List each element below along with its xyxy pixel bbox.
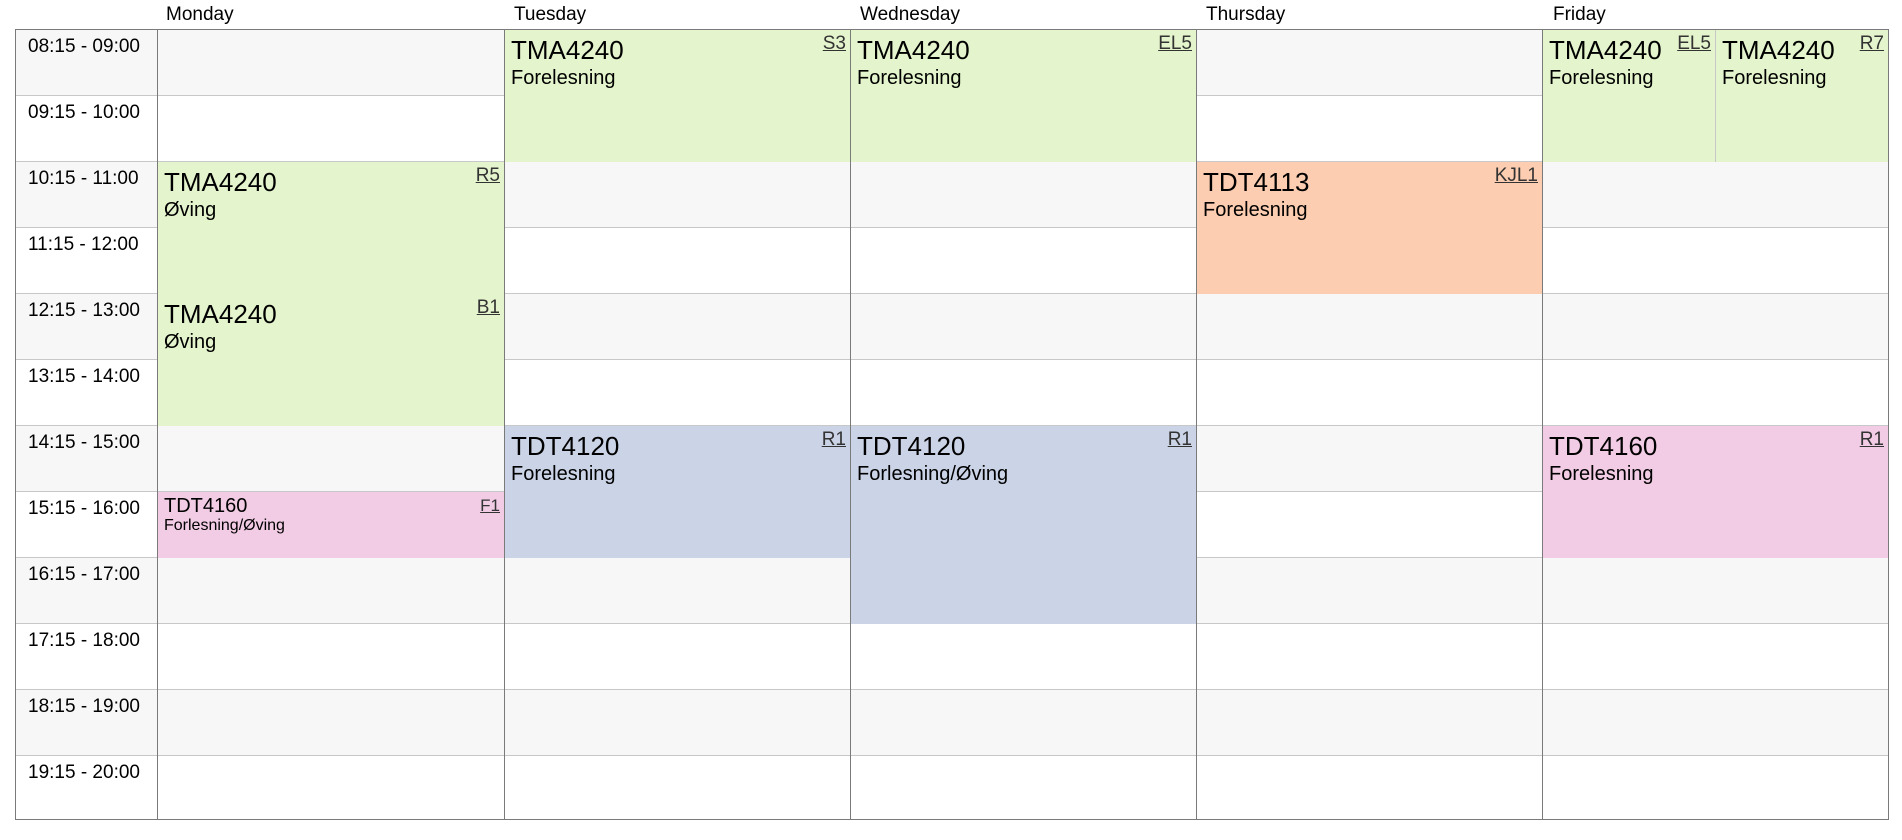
column-divider bbox=[504, 30, 505, 819]
event-room-link[interactable]: EL5 bbox=[1158, 33, 1192, 55]
event-block[interactable]: TDT4160 Forlesning/Øving F1 bbox=[158, 492, 504, 558]
time-label: 18:15 - 19:00 bbox=[28, 696, 140, 717]
time-label: 15:15 - 16:00 bbox=[28, 498, 140, 519]
event-block[interactable]: TMA4240 Forelesning EL5 bbox=[1543, 30, 1715, 162]
event-room-link[interactable]: R1 bbox=[1168, 429, 1192, 451]
event-room-link[interactable]: R1 bbox=[822, 429, 846, 451]
event-type: Forelesning bbox=[511, 463, 616, 485]
event-block[interactable]: TMA4240 Øving R5 bbox=[158, 162, 504, 294]
event-type: Forelesning bbox=[511, 67, 616, 89]
event-room-link[interactable]: B1 bbox=[477, 297, 500, 319]
column-divider bbox=[1196, 30, 1197, 819]
event-room-link[interactable]: R5 bbox=[476, 165, 500, 187]
time-row: 19:15 - 20:00 bbox=[16, 756, 1888, 819]
time-label: 08:15 - 09:00 bbox=[28, 36, 140, 57]
event-type: Forelesning bbox=[1722, 67, 1827, 89]
event-course-code: TDT4120 bbox=[857, 431, 966, 461]
event-type: Forlesning/Øving bbox=[164, 517, 285, 534]
time-row: 17:15 - 18:00 bbox=[16, 624, 1888, 690]
event-type: Forelesning bbox=[1549, 463, 1654, 485]
day-header-thursday: Thursday bbox=[1206, 4, 1286, 25]
event-block[interactable]: TDT4120 Forelesning R1 bbox=[505, 426, 850, 558]
event-type: Øving bbox=[164, 199, 217, 221]
time-label: 16:15 - 17:00 bbox=[28, 564, 140, 585]
event-room-link[interactable]: KJL1 bbox=[1495, 165, 1538, 187]
event-block[interactable]: TMA4240 Forelesning S3 bbox=[505, 30, 850, 162]
event-block[interactable]: TMA4240 Øving B1 bbox=[158, 294, 504, 426]
event-course-code: TMA4240 bbox=[164, 167, 277, 197]
event-course-code: TMA4240 bbox=[511, 35, 624, 65]
event-course-code: TMA4240 bbox=[164, 299, 277, 329]
event-course-code: TMA4240 bbox=[1722, 35, 1835, 65]
event-type: Forelesning bbox=[857, 67, 962, 89]
column-divider bbox=[850, 30, 851, 819]
time-label: 17:15 - 18:00 bbox=[28, 630, 140, 651]
time-label: 11:15 - 12:00 bbox=[28, 234, 139, 255]
event-course-code: TDT4120 bbox=[511, 431, 620, 461]
column-divider bbox=[157, 30, 158, 819]
time-row: 18:15 - 19:00 bbox=[16, 690, 1888, 756]
event-room-link[interactable]: R1 bbox=[1860, 429, 1884, 451]
event-block[interactable]: TDT4120 Forlesning/Øving R1 bbox=[851, 426, 1196, 624]
timetable-grid: 08:15 - 09:00 09:15 - 10:00 10:15 - 11:0… bbox=[15, 29, 1889, 820]
event-course-code: TMA4240 bbox=[857, 35, 970, 65]
event-type: Forelesning bbox=[1549, 67, 1654, 89]
time-label: 09:15 - 10:00 bbox=[28, 102, 140, 123]
day-header-monday: Monday bbox=[166, 4, 234, 25]
event-course-code: TMA4240 bbox=[1549, 35, 1662, 65]
day-header-friday: Friday bbox=[1553, 4, 1606, 25]
column-divider bbox=[1542, 30, 1543, 819]
event-room-link[interactable]: R7 bbox=[1860, 33, 1884, 55]
event-block[interactable]: TMA4240 Forelesning R7 bbox=[1716, 30, 1888, 162]
event-room-link[interactable]: F1 bbox=[480, 495, 500, 517]
time-label: 12:15 - 13:00 bbox=[28, 300, 140, 321]
event-type: Forelesning bbox=[1203, 199, 1308, 221]
day-header-wednesday: Wednesday bbox=[860, 4, 960, 25]
day-header-tuesday: Tuesday bbox=[514, 4, 587, 25]
event-course-code: TDT4160 bbox=[1549, 431, 1658, 461]
event-type: Forlesning/Øving bbox=[857, 463, 1009, 485]
event-type: Øving bbox=[164, 331, 217, 353]
event-course-code: TDT4113 bbox=[1203, 167, 1310, 197]
time-label: 14:15 - 15:00 bbox=[28, 432, 140, 453]
event-course-code: TDT4160 bbox=[164, 495, 248, 517]
event-room-link[interactable]: EL5 bbox=[1677, 33, 1711, 55]
time-label: 10:15 - 11:00 bbox=[28, 168, 139, 189]
time-label: 19:15 - 20:00 bbox=[28, 762, 140, 783]
event-block[interactable]: TDT4113 Forelesning KJL1 bbox=[1197, 162, 1542, 294]
event-block[interactable]: TMA4240 Forelesning EL5 bbox=[851, 30, 1196, 162]
event-block[interactable]: TDT4160 Forelesning R1 bbox=[1543, 426, 1888, 558]
event-room-link[interactable]: S3 bbox=[823, 33, 846, 55]
friday-split-divider bbox=[1715, 30, 1716, 162]
time-label: 13:15 - 14:00 bbox=[28, 366, 140, 387]
